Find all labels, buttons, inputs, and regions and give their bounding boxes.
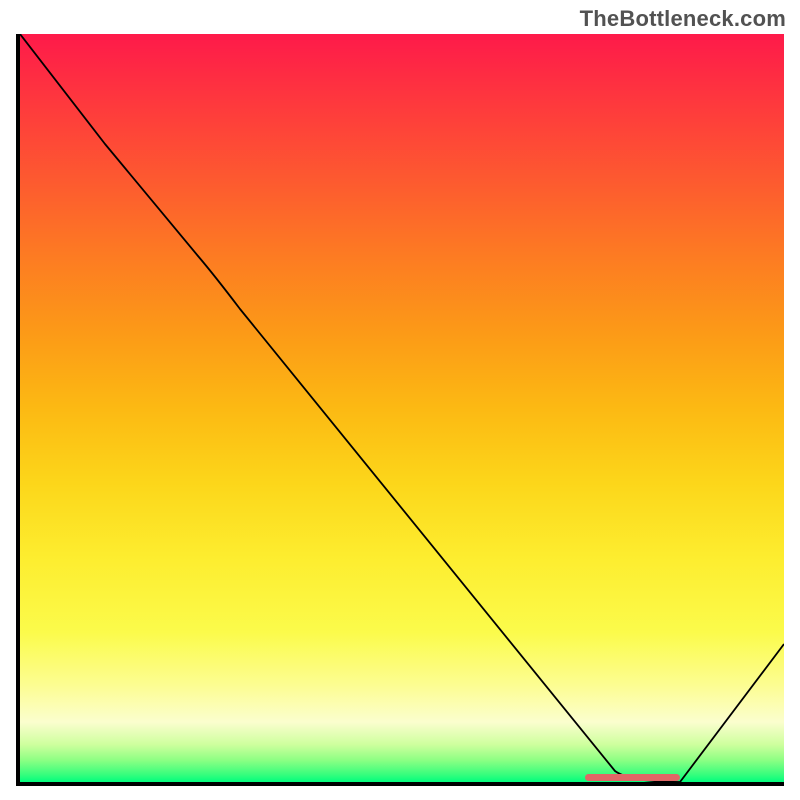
y-axis [16, 34, 20, 786]
optimal-marker [585, 774, 680, 781]
chart-svg [20, 34, 784, 782]
chart-frame: TheBottleneck.com [0, 0, 800, 800]
plot-area [16, 34, 784, 786]
x-axis [16, 782, 784, 786]
watermark: TheBottleneck.com [580, 6, 786, 32]
bottleneck-curve [20, 34, 784, 782]
